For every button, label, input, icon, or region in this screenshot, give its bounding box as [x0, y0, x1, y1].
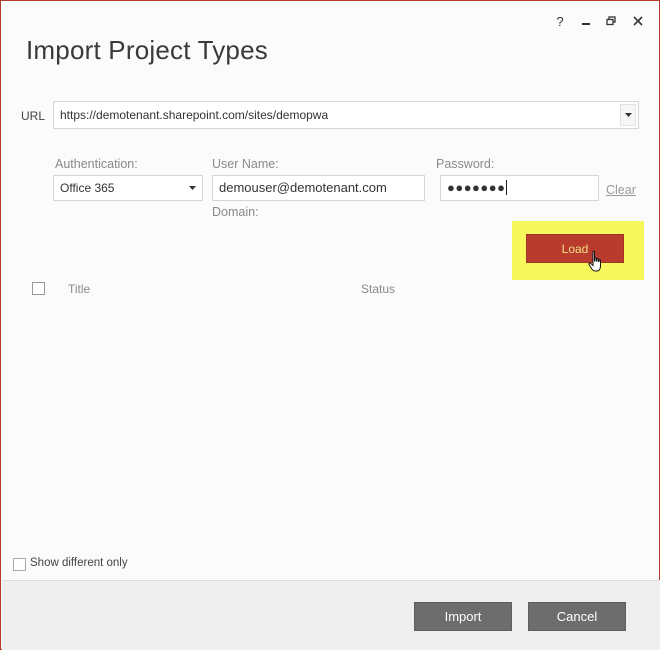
hand-pointer-cursor-icon	[587, 250, 607, 279]
url-value: https://demotenant.sharepoint.com/sites/…	[60, 108, 329, 122]
username-label: User Name:	[212, 157, 279, 171]
dialog-title: Import Project Types	[26, 35, 268, 65]
column-header-status[interactable]: Status	[361, 282, 395, 296]
username-input[interactable]: demouser@demotenant.com	[212, 175, 425, 201]
import-button[interactable]: Import	[414, 602, 512, 631]
help-icon[interactable]: ?	[550, 11, 570, 31]
cancel-button-label: Cancel	[556, 609, 598, 624]
restore-icon[interactable]	[601, 11, 621, 31]
password-input[interactable]: ●●●●●●●	[440, 175, 599, 201]
import-project-types-dialog: ? Import Project Types URL https://demot…	[0, 0, 660, 650]
minimize-icon[interactable]	[576, 11, 596, 31]
load-button-label: Load	[561, 241, 589, 256]
username-value: demouser@demotenant.com	[219, 180, 387, 195]
password-label: Password:	[436, 157, 495, 171]
authentication-value: Office 365	[60, 181, 115, 195]
cancel-button[interactable]: Cancel	[528, 602, 626, 631]
help-label: ?	[556, 13, 564, 29]
authentication-label: Authentication:	[55, 157, 138, 171]
text-caret	[506, 180, 508, 195]
url-dropdown-arrow-icon[interactable]	[620, 104, 636, 126]
load-button[interactable]: Load	[526, 234, 624, 263]
url-combobox[interactable]: https://demotenant.sharepoint.com/sites/…	[53, 101, 639, 129]
column-header-title[interactable]: Title	[68, 282, 90, 296]
show-different-only-checkbox[interactable]	[13, 558, 26, 571]
authentication-select[interactable]: Office 365	[53, 175, 203, 201]
show-different-only-label[interactable]: Show different only	[30, 557, 128, 569]
url-label: URL	[21, 109, 46, 123]
select-all-checkbox[interactable]	[32, 282, 45, 295]
domain-label: Domain:	[212, 205, 259, 219]
close-icon[interactable]	[628, 11, 648, 31]
clear-password-link[interactable]: Clear	[606, 183, 636, 197]
project-types-list[interactable]	[21, 301, 641, 541]
import-button-label: Import	[444, 609, 482, 624]
authentication-dropdown-arrow-icon[interactable]	[184, 178, 200, 198]
password-masked-value: ●●●●●●●	[447, 180, 506, 195]
